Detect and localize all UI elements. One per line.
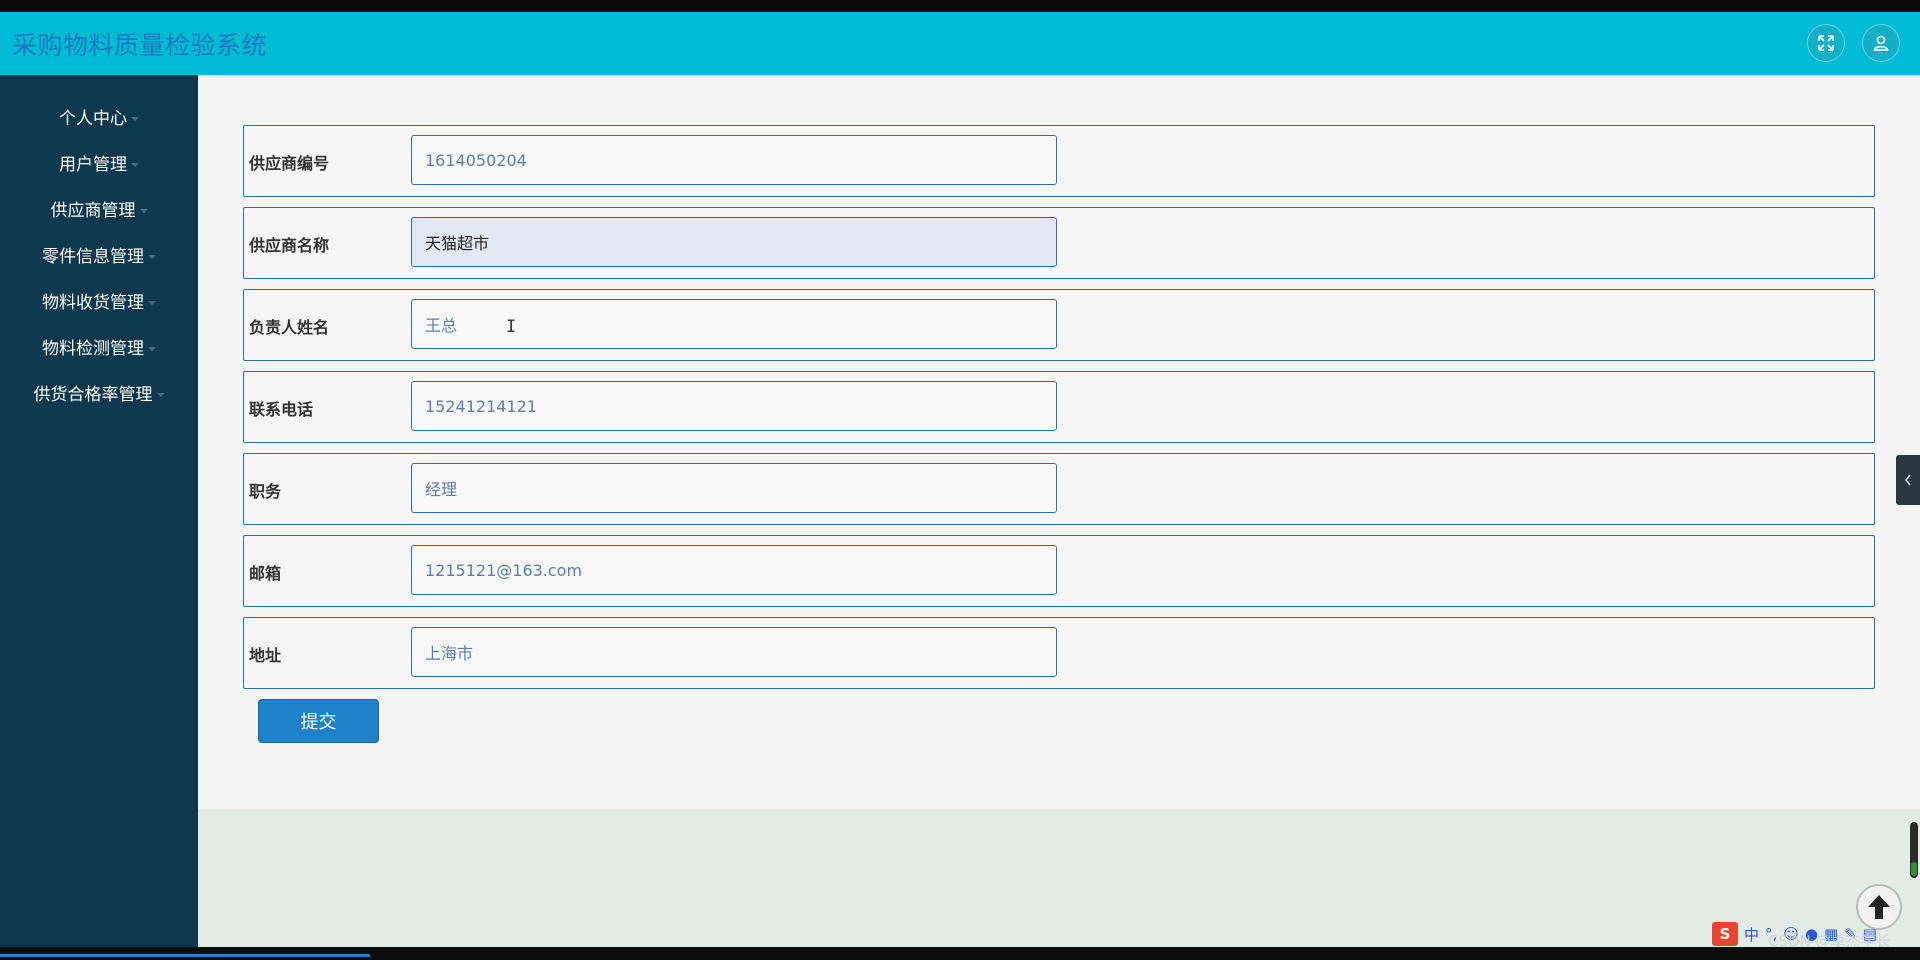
field-label: 供应商名称 [249, 236, 330, 255]
sidebar-item-pass-rate-management[interactable]: 供货合格率管理 [0, 380, 198, 410]
caret-down-icon [139, 209, 148, 213]
form-row-supplier-id: 供应商编号 [243, 125, 1875, 197]
field-label: 供应商编号 [249, 154, 330, 173]
window-top-bar [0, 0, 1920, 12]
text-cursor-icon: I [506, 317, 517, 337]
caret-down-icon [148, 301, 156, 305]
sidebar-item-label: 物料收货管理 [42, 293, 144, 313]
sidebar-item-user-management[interactable]: 用户管理 [0, 150, 198, 180]
taskbar [0, 947, 1920, 960]
sidebar-item-part-info-management[interactable]: 零件信息管理 [0, 242, 198, 272]
email-input[interactable] [411, 545, 1057, 595]
supplier-id-input[interactable] [411, 135, 1057, 185]
form-row-contact-name: 负责人姓名 [243, 289, 1875, 361]
address-input[interactable] [411, 627, 1057, 677]
sidebar: 个人中心 用户管理 供应商管理 零件信息管理 物料收货管理 物料检测管理 供货合… [0, 75, 198, 947]
field-label: 邮箱 [249, 564, 282, 583]
scroll-indicator-fill [1911, 862, 1917, 876]
field-label: 地址 [249, 646, 282, 665]
sidebar-item-label: 供货合格率管理 [33, 385, 153, 405]
caret-down-icon [148, 255, 156, 259]
caret-down-icon [131, 163, 139, 167]
scroll-indicator[interactable] [1910, 822, 1918, 878]
form-row-address: 地址 [243, 617, 1875, 689]
sogou-logo-icon: S [1712, 922, 1738, 946]
progress-bar [0, 954, 370, 957]
sidebar-item-material-inspection[interactable]: 物料检测管理 [0, 334, 198, 364]
caret-down-icon [148, 347, 156, 351]
user-menu-button[interactable] [1862, 24, 1900, 62]
sidebar-item-label: 用户管理 [59, 155, 127, 175]
submit-button[interactable]: 提交 [258, 699, 379, 743]
side-panel-toggle[interactable] [1896, 455, 1920, 505]
sidebar-item-supplier-management[interactable]: 供应商管理 [0, 196, 198, 226]
form-row-email: 邮箱 [243, 535, 1875, 607]
sidebar-item-material-receiving[interactable]: 物料收货管理 [0, 288, 198, 318]
form-row-position: 职务 [243, 453, 1875, 525]
user-icon [1873, 35, 1889, 51]
fullscreen-button[interactable] [1807, 24, 1845, 62]
fullscreen-icon [1818, 35, 1834, 51]
chevron-left-icon [1904, 474, 1911, 486]
app-title: 采购物料质量检验系统 [12, 31, 268, 60]
field-label: 职务 [249, 482, 282, 501]
ime-mode: 中 [1744, 925, 1760, 944]
sidebar-item-personal-center[interactable]: 个人中心 [0, 104, 198, 134]
phone-input[interactable] [411, 381, 1057, 431]
arrow-up-icon [1868, 895, 1890, 919]
main-footer-area [198, 809, 1920, 947]
supplier-name-input[interactable] [411, 217, 1057, 267]
caret-down-icon [131, 117, 139, 121]
position-input[interactable] [411, 463, 1057, 513]
app-header: 采购物料质量检验系统 [0, 12, 1920, 75]
field-label: 联系电话 [249, 400, 314, 419]
form-row-supplier-name: 供应商名称 [243, 207, 1875, 279]
form-row-phone: 联系电话 [243, 371, 1875, 443]
sidebar-item-label: 供应商管理 [50, 201, 136, 221]
field-label: 负责人姓名 [249, 318, 330, 337]
caret-down-icon [156, 393, 165, 397]
sidebar-item-label: 物料检测管理 [42, 339, 144, 359]
sidebar-item-label: 个人中心 [59, 109, 127, 129]
sidebar-item-label: 零件信息管理 [42, 247, 144, 267]
